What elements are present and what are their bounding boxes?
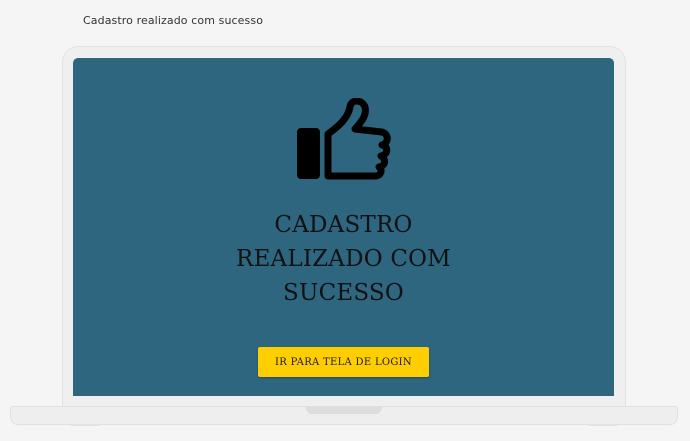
page-title: CADASTRO REALIZADO COM SUCESSO <box>73 208 614 310</box>
laptop-foot-right <box>588 424 618 426</box>
go-to-login-button[interactable]: IR PARA TELA DE LOGIN <box>258 347 429 377</box>
page-caption: Cadastro realizado com sucesso <box>83 14 264 27</box>
title-line: REALIZADO COM <box>236 246 451 272</box>
title-line: CADASTRO <box>274 212 413 238</box>
laptop-foot-left <box>70 424 100 426</box>
thumbs-up-icon <box>297 98 391 180</box>
laptop-notch <box>306 407 382 414</box>
title-line: SUCESSO <box>283 280 404 306</box>
